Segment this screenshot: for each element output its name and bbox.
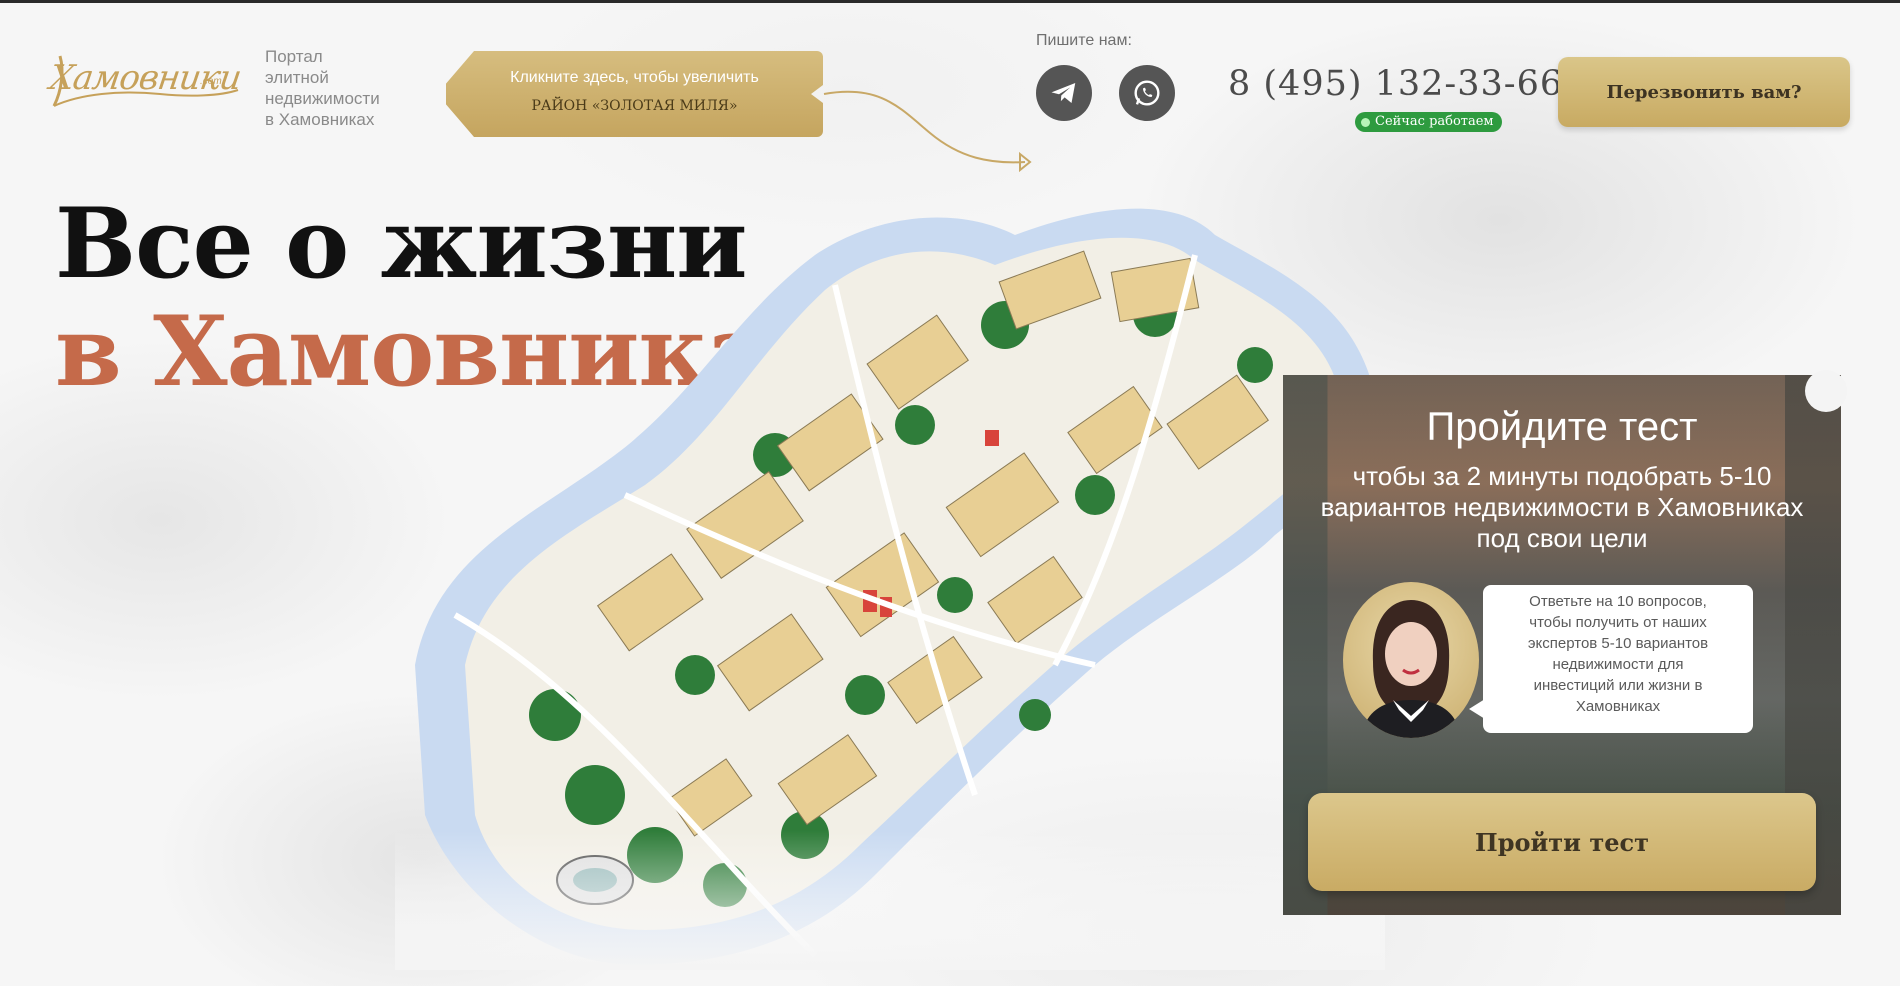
- quiz-hint-bubble: Ответьте на 10 вопросов, чтобы получить …: [1469, 585, 1753, 733]
- take-quiz-button[interactable]: Пройти тест: [1308, 793, 1816, 891]
- callback-button[interactable]: Перезвонить вам?: [1558, 57, 1850, 127]
- golden-mile-promo-button[interactable]: Кликните здесь, чтобы увеличить РАЙОН «З…: [446, 51, 823, 137]
- tagline-line: недвижимости: [265, 89, 380, 108]
- site-logo[interactable]: Хамовники .com: [47, 50, 243, 110]
- logo-suffix: .com: [200, 76, 222, 87]
- tagline-line: в Хамовниках: [265, 110, 375, 129]
- quiz-subtitle: чтобы за 2 минуты подобрать 5-10 вариант…: [1320, 461, 1804, 553]
- telegram-icon: [1051, 83, 1076, 103]
- status-dot-icon: [1361, 117, 1370, 127]
- phone-number-link[interactable]: 8 (495) 132-33-66: [1228, 64, 1563, 104]
- bubble-line: экспертов 5-10 вариантов: [1527, 635, 1709, 652]
- status-text: Сейчас работаем: [1375, 114, 1494, 129]
- whatsapp-button[interactable]: [1119, 65, 1175, 121]
- quiz-card: Пройдите тест чтобы за 2 минуты подобрат…: [1283, 375, 1841, 915]
- write-us-label: Пишите нам:: [1036, 32, 1132, 49]
- promo-line-1: Кликните здесь, чтобы увеличить: [510, 69, 759, 86]
- tagline-line: Портал: [265, 47, 323, 66]
- promo-line-2: РАЙОН «ЗОЛОТАЯ МИЛЯ»: [531, 98, 738, 114]
- status-badge: Сейчас работаем: [1355, 112, 1502, 132]
- tagline-line: элитной: [265, 68, 329, 87]
- top-border: [0, 0, 1900, 3]
- pointer-curve-icon: [823, 90, 1032, 173]
- site-tagline: Портал элитной недвижимости в Хамовниках: [265, 46, 415, 130]
- quiz-card-notch: [1805, 370, 1847, 412]
- district-map-illustration[interactable]: [395, 195, 1385, 970]
- expert-avatar: [1343, 582, 1479, 738]
- whatsapp-icon: [1134, 80, 1160, 106]
- bubble-line: Ответьте на 10 вопросов,: [1529, 593, 1707, 610]
- bubble-line: инвестиций или жизни в: [1533, 677, 1703, 694]
- quiz-title: Пройдите тест: [1426, 405, 1698, 449]
- bubble-line: чтобы получить от наших: [1529, 614, 1707, 631]
- telegram-button[interactable]: [1036, 65, 1092, 121]
- expert-photo: [1361, 600, 1461, 738]
- bubble-line: недвижимости для: [1552, 656, 1684, 673]
- bubble-line: Хамовниках: [1575, 698, 1661, 715]
